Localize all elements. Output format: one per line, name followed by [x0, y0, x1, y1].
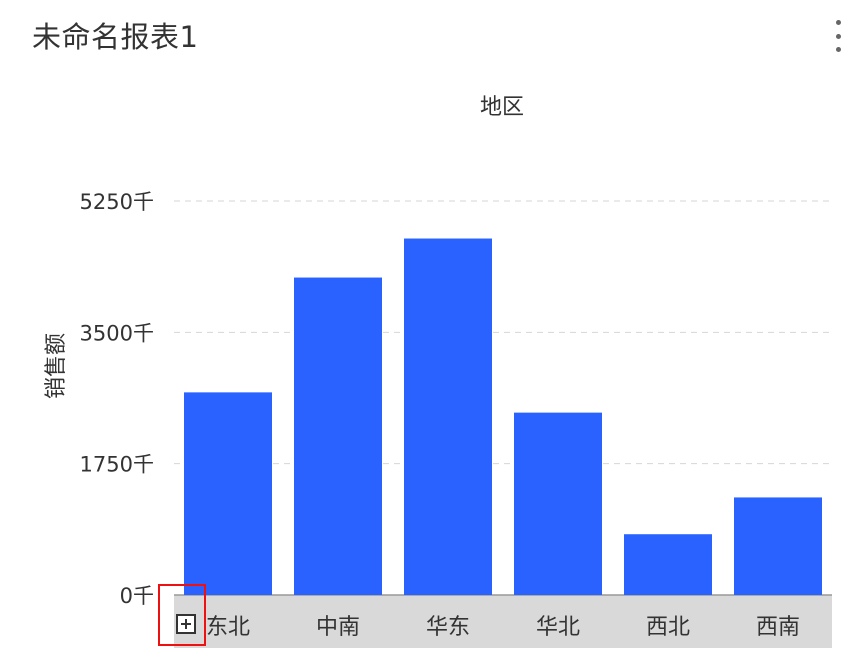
- x-tick-label: 东北: [206, 615, 250, 640]
- bars: [184, 238, 822, 595]
- x-axis-band: [174, 594, 832, 648]
- bar-0[interactable]: [184, 392, 272, 595]
- bar-2[interactable]: [404, 238, 492, 595]
- x-tick-label: 华东: [426, 615, 470, 640]
- y-axis-label: 销售额: [44, 333, 69, 399]
- y-tick-label: 5250千: [80, 190, 154, 214]
- bar-3[interactable]: [514, 412, 602, 595]
- y-tick-label: 0千: [120, 584, 154, 608]
- y-tick-label: 1750千: [80, 453, 154, 477]
- y-tick-labels: 0千 1750千 3500千 5250千: [80, 190, 154, 608]
- x-tick-label: 西北: [646, 615, 690, 640]
- x-axis-band-rect: [174, 595, 832, 648]
- x-tick-label: 华北: [536, 615, 580, 640]
- bar-chart: 地区 销售额 0千 1750千 3500千 5250千 东北 中南 华东 华北 西北 西南: [44, 95, 832, 648]
- y-tick-label: 3500千: [80, 321, 154, 345]
- bar-5[interactable]: [734, 497, 822, 595]
- x-tick-label: 中南: [316, 615, 360, 640]
- x-tick-label: 西南: [756, 615, 800, 640]
- bar-4[interactable]: [624, 534, 712, 595]
- plus-square-icon[interactable]: [176, 614, 196, 634]
- bar-1[interactable]: [294, 277, 382, 595]
- grid-lines: [174, 200, 830, 465]
- chart-title: 地区: [480, 95, 524, 120]
